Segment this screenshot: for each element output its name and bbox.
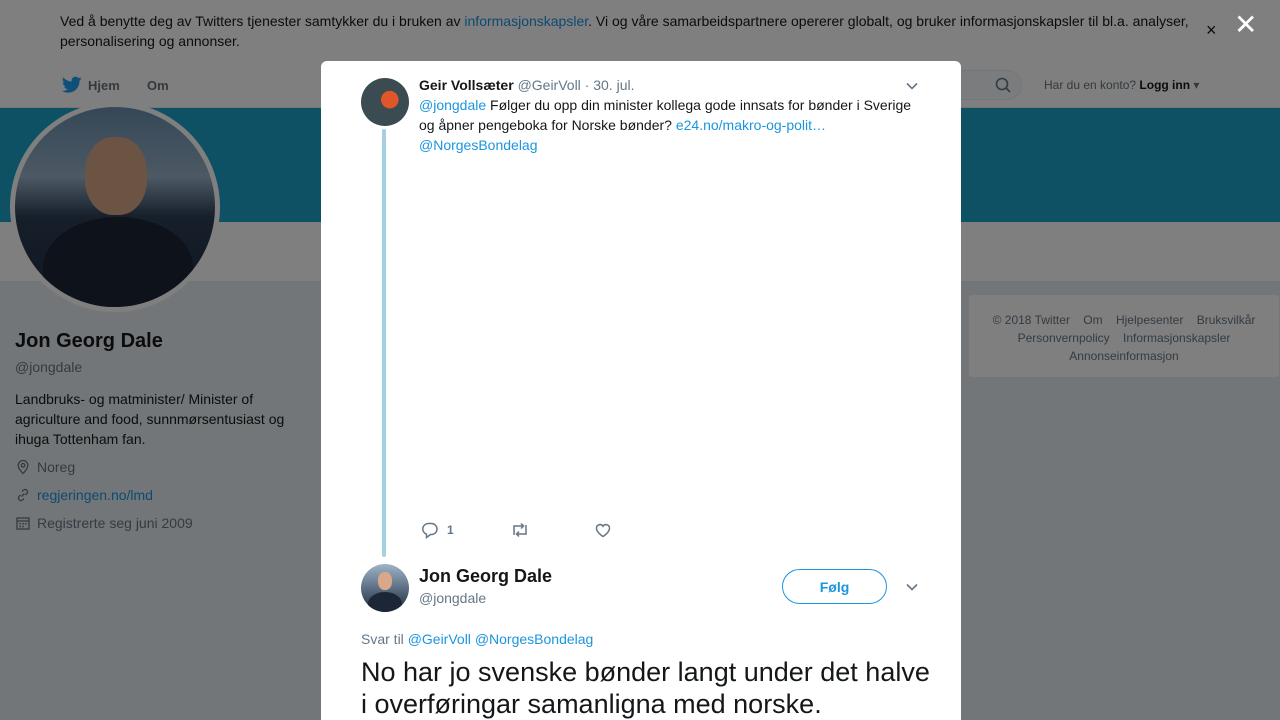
chevron-down-icon[interactable] — [905, 580, 919, 594]
reply-button[interactable]: 1 — [421, 521, 454, 539]
main-author-name[interactable]: Jon Georg Dale — [419, 566, 552, 587]
parent-tweet-header: Geir Vollsæter @GeirVoll · 30. jul. — [419, 77, 635, 93]
main-author-handle[interactable]: @jongdale — [419, 590, 486, 606]
main-tweet-text: No har jo svenske bønder langt under det… — [361, 657, 930, 719]
retweet-button[interactable] — [510, 521, 538, 539]
mention-link[interactable]: @GeirVoll — [408, 631, 471, 647]
chevron-down-icon[interactable] — [905, 79, 919, 93]
retweet-icon — [512, 522, 527, 538]
article-link[interactable]: e24.no/makro-og-polit… — [676, 117, 826, 133]
parent-tweet-actions: 1 — [421, 521, 676, 539]
parent-author-handle[interactable]: @GeirVoll — [518, 77, 581, 93]
main-tweet-avatar[interactable] — [361, 564, 409, 612]
parent-tweet-date[interactable]: · 30. jul. — [585, 77, 635, 93]
parent-author-name[interactable]: Geir Vollsæter — [419, 77, 514, 93]
parent-tweet-avatar[interactable] — [361, 78, 409, 126]
follow-button[interactable]: Følg — [782, 569, 887, 604]
mention-link[interactable]: @NorgesBondelag — [419, 137, 538, 153]
thread-connector — [382, 129, 386, 557]
like-button[interactable] — [594, 521, 620, 539]
mention-link[interactable]: @NorgesBondelag — [475, 631, 594, 647]
reply-context: Svar til @GeirVoll @NorgesBondelag — [361, 631, 594, 647]
tweet-modal: Geir Vollsæter @GeirVoll · 30. jul. @jon… — [321, 61, 961, 720]
heart-icon — [595, 523, 610, 538]
close-icon[interactable]: ✕ — [1234, 11, 1257, 39]
parent-tweet-text: @jongdale Følger du opp din minister kol… — [419, 97, 912, 153]
mention-link[interactable]: @jongdale — [419, 97, 486, 113]
reply-icon — [422, 522, 438, 539]
